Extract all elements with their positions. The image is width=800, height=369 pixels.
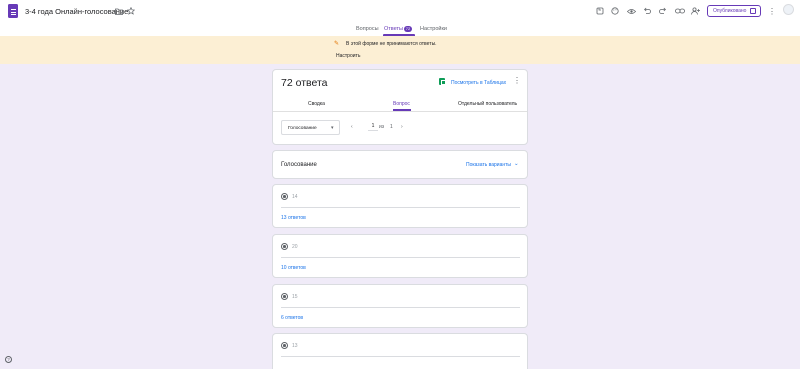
link-icon[interactable] (674, 6, 686, 16)
avatar[interactable] (783, 4, 794, 15)
published-button[interactable]: Опубликовано (707, 5, 761, 17)
next-question-icon[interactable]: › (401, 124, 403, 130)
option-responses-link[interactable]: 13 ответов (281, 215, 306, 221)
option-card: 14 13 ответов (272, 184, 528, 228)
top-bar: 3-4 года Онлайн-голосование Опубликовано… (0, 0, 800, 36)
chevron-down-icon[interactable]: ⌄ (514, 161, 519, 167)
question-card: Голосование Показать варианты ⌄ (272, 150, 528, 179)
star-icon[interactable] (126, 6, 136, 16)
pager-of-label: из (379, 124, 385, 130)
add-collaborator-icon[interactable] (690, 6, 700, 16)
configure-link[interactable]: Настроить (336, 53, 360, 59)
more-vert-icon[interactable]: ⋮ (767, 5, 777, 17)
option-underline (281, 207, 520, 208)
question-title: Голосование (281, 162, 317, 168)
caret-down-icon: ▾ (331, 124, 334, 131)
option-underline (281, 257, 520, 258)
document-title[interactable]: 3-4 года Онлайн-голосование (25, 7, 128, 16)
option-label: 20 (292, 243, 298, 250)
question-number-input[interactable]: 1 (368, 123, 378, 131)
help-icon[interactable]: ? (5, 356, 12, 363)
radio-icon (281, 193, 288, 200)
prev-question-icon[interactable]: ‹ (351, 124, 353, 130)
undo-icon[interactable] (642, 6, 652, 16)
forms-app-icon[interactable] (8, 4, 18, 18)
pager-total: 1 (390, 124, 393, 130)
question-select-value: Голосование (288, 125, 317, 131)
show-options-button[interactable]: Показать варианты (466, 162, 511, 168)
tab-questions[interactable]: Вопросы (356, 26, 379, 32)
publish-status-icon (750, 8, 757, 14)
folder-icon[interactable] (114, 6, 124, 16)
preview-eye-icon[interactable] (626, 6, 636, 16)
theme-icon[interactable] (610, 6, 620, 16)
palette-addon-icon[interactable] (595, 6, 605, 16)
tab-responses[interactable]: Ответы (384, 26, 403, 32)
question-select[interactable]: Голосование ▾ (281, 120, 340, 135)
option-card: 13 (272, 333, 528, 369)
more-vert-icon[interactable]: ⋮ (513, 76, 521, 86)
radio-icon (281, 342, 288, 349)
subtab-summary[interactable]: Сводка (308, 101, 325, 107)
option-label: 15 (292, 293, 298, 300)
redo-icon[interactable] (658, 6, 668, 16)
option-label: 13 (292, 342, 298, 349)
option-responses-link[interactable]: 6 ответов (281, 315, 303, 321)
option-card: 20 10 ответов (272, 234, 528, 278)
option-underline (281, 356, 520, 357)
radio-icon (281, 243, 288, 250)
divider (273, 111, 527, 112)
option-label: 14 (292, 193, 298, 200)
subtab-individual[interactable]: Отдельный пользователь (458, 101, 517, 107)
radio-icon (281, 293, 288, 300)
warning-icon: ✎ (334, 41, 340, 47)
responses-count-badge: 72 (404, 25, 412, 32)
responses-count: 72 ответа (281, 77, 328, 89)
option-card: 15 6 ответов (272, 284, 528, 328)
publish-button-label: Опубликовано (713, 8, 747, 14)
tab-settings[interactable]: Настройки (420, 26, 447, 32)
subtab-question[interactable]: Вопрос (393, 101, 410, 107)
option-underline (281, 307, 520, 308)
sheets-icon[interactable] (439, 78, 446, 85)
banner-message: В этой форме не принимаются ответы. (346, 40, 437, 47)
option-responses-link[interactable]: 10 ответов (281, 265, 306, 271)
view-in-sheets-link[interactable]: Посмотреть в Таблицах (451, 80, 506, 86)
responses-summary-card: 72 ответа Посмотреть в Таблицах ⋮ Сводка… (272, 69, 528, 145)
